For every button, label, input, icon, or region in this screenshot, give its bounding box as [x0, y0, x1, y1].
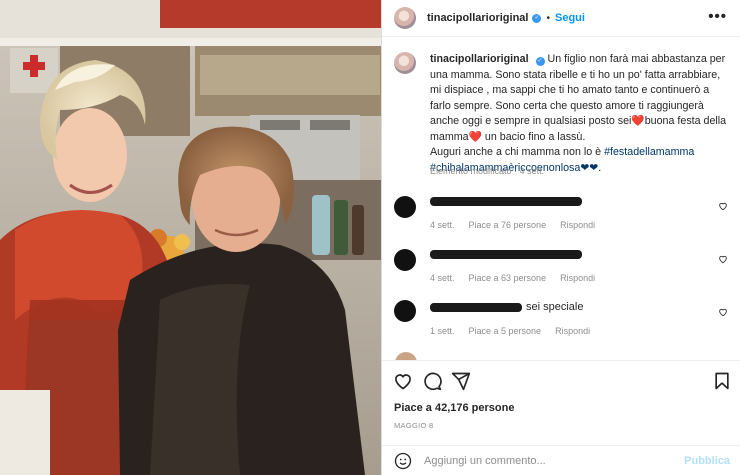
comment-likes[interactable]: Piace a 76 persone — [469, 220, 547, 230]
redacted-username — [430, 197, 582, 206]
comment-time[interactable]: 4 sett. — [430, 220, 455, 230]
comment: 4 sett. Piace a 63 persone Rispondi — [394, 249, 730, 289]
reply-button[interactable]: Rispondi — [560, 220, 595, 230]
caption-time[interactable]: 4 sett. — [520, 166, 545, 176]
like-comment-icon[interactable] — [718, 201, 728, 211]
edited-label: Elemento modificato — [430, 166, 512, 176]
redacted-username — [430, 303, 522, 312]
verified-badge-icon: ✓ — [532, 13, 542, 23]
caption-avatar[interactable] — [394, 52, 416, 74]
caption-username[interactable]: tinacipollarioriginal — [430, 53, 529, 65]
post-actions: Piace a 42,176 persone MAGGIO 8 Pubblica — [382, 360, 740, 475]
comment-meta: 4 sett. Piace a 63 persone Rispondi — [430, 273, 609, 283]
add-comment-bar: Pubblica — [382, 445, 740, 475]
heart-emoji-icon: ❤️ — [468, 130, 482, 143]
comment-likes[interactable]: Piace a 5 persone — [469, 326, 542, 336]
comment-text: sei speciale — [526, 301, 584, 313]
like-heart-icon[interactable] — [393, 371, 413, 391]
like-comment-icon[interactable] — [718, 254, 728, 264]
caption-meta: Elemento modificato · 4 sett. — [430, 166, 544, 176]
comment-time[interactable]: 4 sett. — [430, 273, 455, 283]
reply-button[interactable]: Rispondi — [560, 273, 595, 283]
like-comment-icon[interactable] — [718, 307, 728, 317]
comment-meta: 4 sett. Piace a 76 persone Rispondi — [430, 220, 609, 230]
post-header: tinacipollarioriginal ✓ • Segui ••• — [382, 0, 740, 37]
caption-line4: Auguri anche a chi mamma non lo è — [430, 146, 605, 158]
caption-line3: un bacio fino a lassù. — [481, 130, 586, 143]
heart-emoji-icon: ❤❤. — [580, 161, 602, 174]
post-side-panel: tinacipollarioriginal ✓ • Segui ••• tina… — [381, 0, 740, 475]
separator-dot: • — [546, 12, 550, 24]
hashtag-link[interactable]: #festadellamamma — [604, 146, 694, 158]
redacted-username — [430, 250, 582, 259]
publish-button[interactable]: Pubblica — [684, 455, 730, 467]
comment: sei speciale 1 sett. Piace a 5 persone Ris… — [394, 300, 730, 340]
save-bookmark-icon[interactable] — [712, 371, 732, 391]
comment-likes[interactable]: Piace a 63 persone — [469, 273, 547, 283]
commenter-avatar[interactable] — [394, 249, 416, 271]
author-username[interactable]: tinacipollarioriginal — [427, 12, 528, 24]
more-options-icon[interactable]: ••• — [708, 9, 727, 24]
follow-button[interactable]: Segui — [555, 12, 585, 24]
comment-time[interactable]: 1 sett. — [430, 326, 455, 336]
commenter-avatar[interactable] — [394, 196, 416, 218]
author-avatar[interactable] — [394, 7, 416, 29]
post-date[interactable]: MAGGIO 8 — [394, 421, 434, 430]
comment: 4 sett. Piace a 76 persone Rispondi — [394, 196, 730, 236]
caption-text: tinacipollarioriginal ✓ Un figlio non fa… — [430, 52, 730, 176]
post-image — [0, 0, 381, 475]
commenter-avatar[interactable] — [394, 300, 416, 322]
share-send-icon[interactable] — [451, 371, 471, 391]
comment-input[interactable] — [424, 455, 664, 467]
comment-bubble-icon[interactable] — [422, 371, 442, 391]
caption: tinacipollarioriginal ✓ Un figlio non fa… — [394, 52, 730, 176]
comment-meta: 1 sett. Piace a 5 persone Rispondi — [430, 326, 604, 336]
post-photo[interactable] — [0, 0, 381, 475]
likes-count[interactable]: Piace a 42,176 persone — [394, 402, 514, 414]
heart-emoji-icon: ❤️ — [631, 115, 645, 127]
reply-button[interactable]: Rispondi — [555, 326, 590, 336]
emoji-icon[interactable] — [394, 452, 412, 470]
verified-badge-icon: ✓ — [535, 57, 545, 66]
